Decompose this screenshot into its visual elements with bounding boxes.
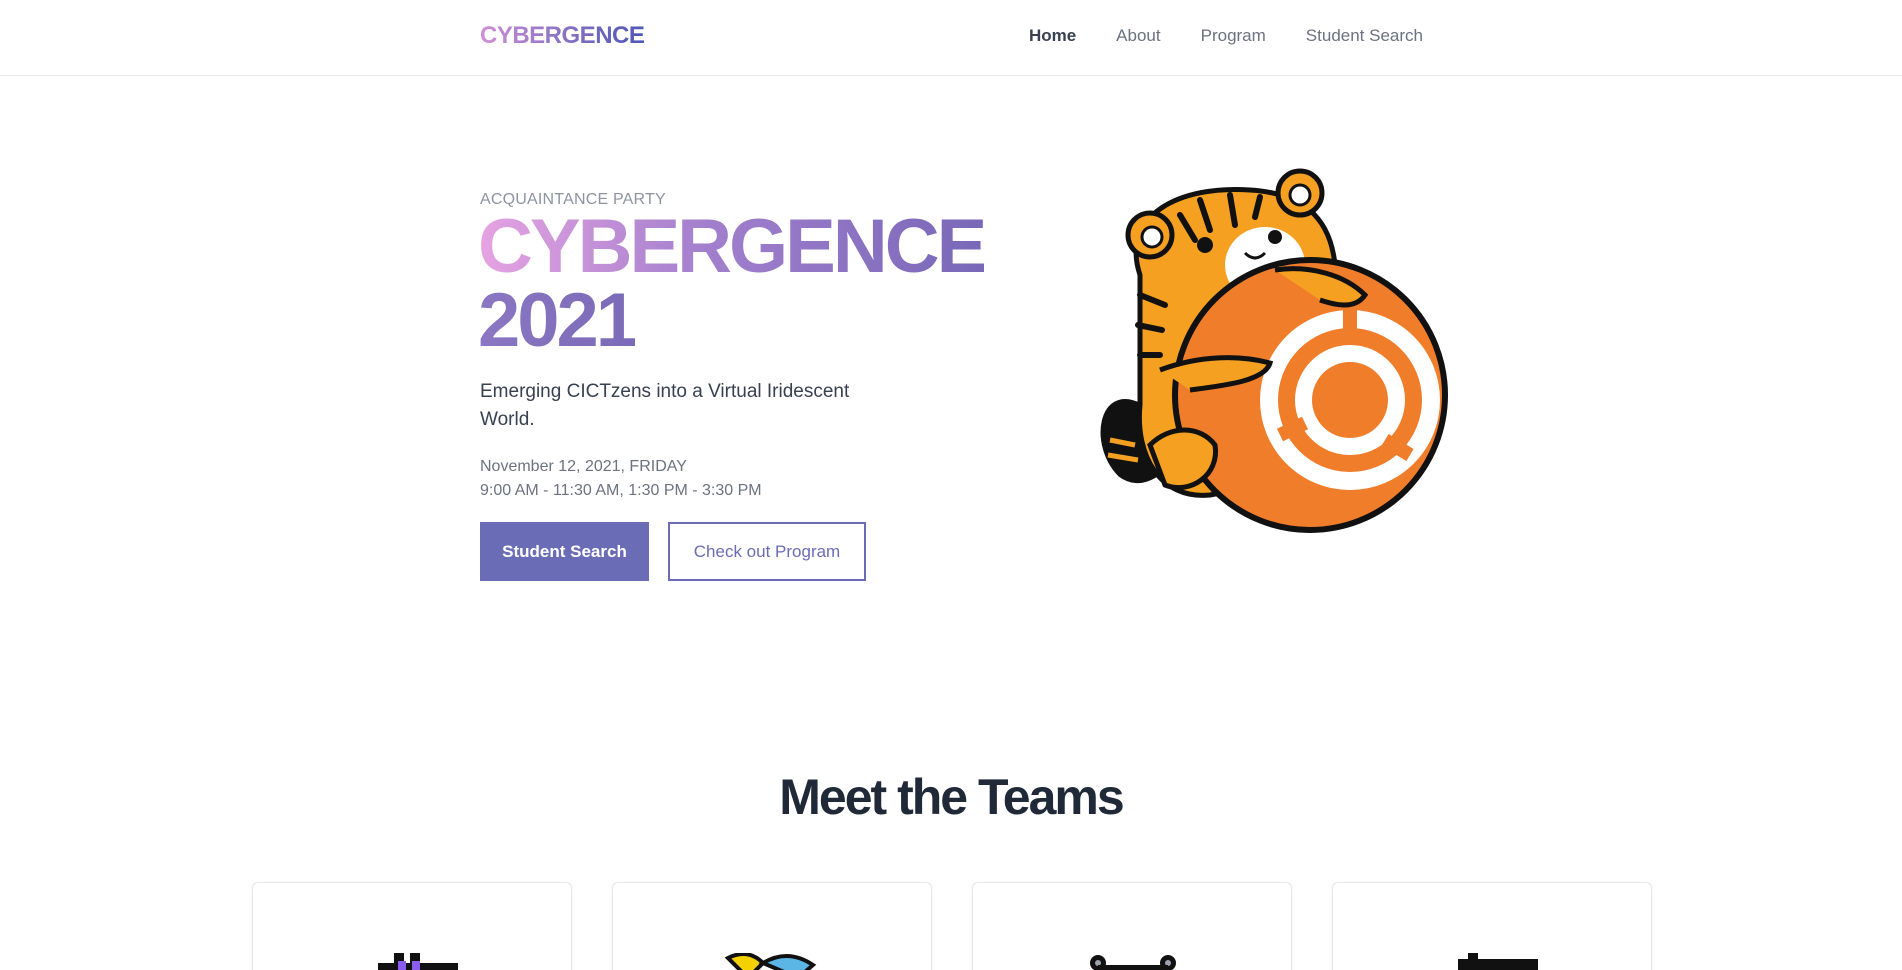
- event-date: November 12, 2021, FRIDAY: [480, 458, 687, 475]
- team-card[interactable]: [972, 882, 1292, 970]
- hero-tagline: Emerging CICTzens into a Virtual Iridesc…: [480, 381, 850, 430]
- hero-year: 2021: [478, 278, 638, 363]
- student-search-button[interactable]: Student Search: [480, 522, 649, 581]
- nav-home[interactable]: Home: [1029, 26, 1076, 46]
- team-card[interactable]: [1332, 882, 1652, 970]
- check-out-program-button[interactable]: Check out Program: [668, 522, 866, 581]
- pixel-flag-icon: [1458, 953, 1538, 970]
- hero-title: CYBERGENCE: [478, 204, 987, 289]
- nav-student-search[interactable]: Student Search: [1306, 26, 1423, 46]
- teams-section-title: Meet the Teams: [779, 769, 1124, 825]
- nav-program[interactable]: Program: [1201, 26, 1266, 46]
- tiger-mascot-icon: [1100, 168, 1448, 533]
- event-time: 9:00 AM - 11:30 AM, 1:30 PM - 3:30 PM: [480, 482, 762, 499]
- nav-about[interactable]: About: [1116, 26, 1160, 46]
- pixel-controller-icon: [1090, 955, 1176, 970]
- pixel-fish-icon: [724, 953, 817, 970]
- brand-logo[interactable]: CYBERGENCE: [480, 22, 645, 50]
- team-card[interactable]: [252, 882, 572, 970]
- team-card[interactable]: [612, 882, 932, 970]
- pixel-castle-icon: [378, 953, 458, 970]
- main-nav: Home About Program Student Search: [1029, 26, 1423, 46]
- navbar: CYBERGENCE Home About Program Student Se…: [0, 0, 1902, 76]
